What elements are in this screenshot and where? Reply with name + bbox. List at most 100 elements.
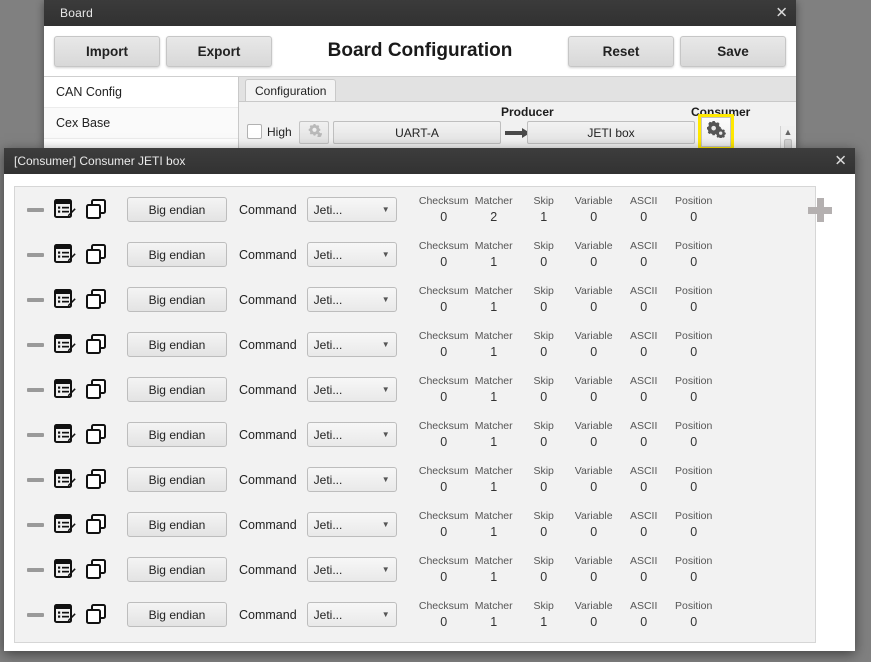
stat-ascii: ASCII 0 — [619, 239, 669, 271]
minus-icon[interactable] — [27, 522, 44, 527]
endian-button[interactable]: Big endian — [127, 512, 227, 537]
stat-value: 0 — [590, 479, 598, 494]
stat-checksum: Checksum 0 — [419, 374, 469, 406]
stat-label: Variable — [574, 509, 613, 522]
stat-matcher: Matcher 1 — [469, 419, 519, 451]
stat-checksum: Checksum 0 — [419, 329, 469, 361]
edit-list-icon[interactable] — [54, 469, 76, 490]
duplicate-icon[interactable] — [86, 199, 107, 220]
close-icon[interactable]: ✕ — [775, 5, 788, 21]
pipeline-row: Producer Consumer High UART-A JETI box ▲ — [239, 102, 796, 174]
minus-icon[interactable] — [27, 477, 44, 482]
stat-label: Position — [674, 194, 713, 207]
endian-button[interactable]: Big endian — [127, 557, 227, 582]
command-select[interactable]: Jeti... ▼ — [306, 197, 397, 222]
duplicate-icon[interactable] — [86, 379, 107, 400]
minus-icon[interactable] — [27, 297, 44, 302]
export-button[interactable]: Export — [166, 35, 272, 67]
edit-list-icon[interactable] — [54, 424, 76, 445]
minus-icon[interactable] — [27, 567, 44, 572]
stat-label: Matcher — [474, 554, 513, 567]
stat-label: Skip — [533, 419, 554, 432]
duplicate-icon[interactable] — [86, 514, 107, 535]
endian-button[interactable]: Big endian — [127, 287, 227, 312]
minus-icon[interactable] — [27, 387, 44, 392]
duplicate-icon[interactable] — [86, 559, 107, 580]
command-select[interactable]: Jeti... ▼ — [306, 422, 397, 447]
duplicate-icon[interactable] — [86, 244, 107, 265]
plus-icon[interactable] — [808, 198, 832, 222]
stat-label: Position — [674, 419, 713, 432]
board-sidebar: CAN Config Cex Base — [44, 77, 239, 149]
producer-select[interactable]: UART-A — [333, 121, 501, 144]
duplicate-icon[interactable] — [86, 334, 107, 355]
stat-checksum: Checksum 0 — [419, 509, 469, 541]
stat-value: 0 — [540, 344, 548, 359]
stat-label: Checksum — [418, 419, 469, 432]
checkbox-box[interactable] — [247, 124, 262, 139]
command-select[interactable]: Jeti... ▼ — [306, 287, 397, 312]
table-row: Big endian Command Jeti... ▼ Checksum 0 Matche… — [15, 367, 815, 412]
edit-list-icon[interactable] — [54, 199, 76, 220]
edit-list-icon[interactable] — [54, 334, 76, 355]
row-stats: Checksum 0 Matcher 1 Skip 0 Variable 0 ASCII 0 Pos… — [419, 374, 719, 406]
stat-value: 1 — [490, 254, 498, 269]
endian-button[interactable]: Big endian — [127, 467, 227, 492]
command-select[interactable]: Jeti... ▼ — [306, 557, 397, 582]
consumer-select[interactable]: JETI box — [527, 121, 695, 144]
stat-matcher: Matcher 2 — [469, 194, 519, 226]
edit-list-icon[interactable] — [54, 244, 76, 265]
minus-icon[interactable] — [27, 612, 44, 617]
stat-variable: Variable 0 — [569, 419, 619, 451]
reset-button[interactable]: Reset — [568, 35, 674, 67]
edit-list-icon[interactable] — [54, 379, 76, 400]
stat-variable: Variable 0 — [569, 194, 619, 226]
command-select[interactable]: Jeti... ▼ — [306, 332, 397, 357]
consumer-dialog-titlebar: [Consumer] Consumer JETI box ✕ — [4, 148, 855, 174]
row-stats: Checksum 0 Matcher 1 Skip 0 Variable 0 ASCII 0 Pos… — [419, 284, 719, 316]
endian-button[interactable]: Big endian — [127, 422, 227, 447]
save-button[interactable]: Save — [680, 35, 786, 67]
stat-ascii: ASCII 0 — [619, 464, 669, 496]
command-select[interactable]: Jeti... ▼ — [306, 467, 397, 492]
minus-icon[interactable] — [27, 252, 44, 257]
consumer-dialog: [Consumer] Consumer JETI box ✕ Big endia… — [4, 148, 855, 651]
high-label: High — [267, 124, 292, 139]
duplicate-icon[interactable] — [86, 604, 107, 625]
edit-list-icon[interactable] — [54, 289, 76, 310]
sidebar-item-can-config[interactable]: CAN Config — [44, 77, 238, 108]
edit-list-icon[interactable] — [54, 514, 76, 535]
command-select[interactable]: Jeti... ▼ — [306, 377, 397, 402]
command-select[interactable]: Jeti... ▼ — [306, 512, 397, 537]
minus-icon[interactable] — [27, 432, 44, 437]
command-select[interactable]: Jeti... ▼ — [306, 242, 397, 267]
tab-configuration[interactable]: Configuration — [245, 79, 337, 101]
minus-icon[interactable] — [27, 207, 44, 212]
import-button[interactable]: Import — [54, 35, 160, 67]
stat-value: 0 — [440, 389, 448, 404]
stat-value: 0 — [440, 254, 448, 269]
command-select[interactable]: Jeti... ▼ — [306, 602, 397, 627]
scroll-up-icon[interactable]: ▲ — [781, 126, 795, 138]
duplicate-icon[interactable] — [86, 469, 107, 490]
producer-settings-button[interactable] — [299, 121, 329, 144]
stat-value: 0 — [540, 569, 548, 584]
duplicate-icon[interactable] — [86, 424, 107, 445]
stat-value: 0 — [540, 254, 548, 269]
minus-icon[interactable] — [27, 342, 44, 347]
endian-button[interactable]: Big endian — [127, 197, 227, 222]
high-checkbox[interactable]: High — [247, 124, 292, 139]
endian-button[interactable]: Big endian — [127, 242, 227, 267]
edit-list-icon[interactable] — [54, 559, 76, 580]
stat-position: Position 0 — [669, 194, 719, 226]
close-icon[interactable]: ✕ — [834, 153, 847, 169]
sidebar-item-cex-base[interactable]: Cex Base — [44, 108, 238, 139]
edit-list-icon[interactable] — [54, 604, 76, 625]
endian-button[interactable]: Big endian — [127, 377, 227, 402]
consumer-settings-button[interactable] — [701, 117, 731, 147]
stat-variable: Variable 0 — [569, 464, 619, 496]
stat-label: Position — [674, 284, 713, 297]
duplicate-icon[interactable] — [86, 289, 107, 310]
endian-button[interactable]: Big endian — [127, 332, 227, 357]
endian-button[interactable]: Big endian — [127, 602, 227, 627]
